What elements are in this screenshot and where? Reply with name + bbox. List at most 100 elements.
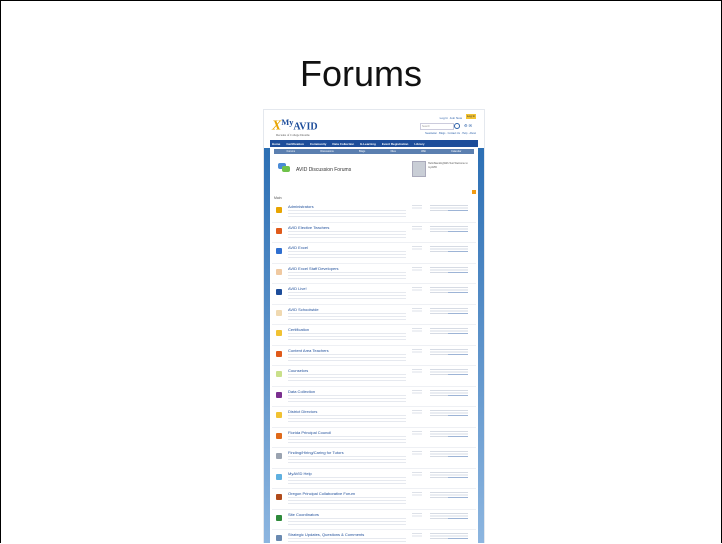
- slide: Forums XMyAVID Decades of College Dreams…: [0, 0, 722, 543]
- forum-title[interactable]: AVID Excel: [288, 245, 308, 250]
- section-label-main: Main: [274, 196, 282, 200]
- forum-last-post-link[interactable]: [448, 415, 468, 416]
- forum-title[interactable]: Content Area Teachers: [288, 348, 329, 353]
- forum-row[interactable]: AVID Live!: [272, 284, 476, 305]
- forum-stats: [412, 328, 422, 333]
- forum-last-post-link[interactable]: [448, 271, 468, 273]
- forum-row[interactable]: Content Area Teachers: [272, 346, 476, 366]
- toolbar-icons[interactable]: ⚙ ✉: [464, 123, 472, 128]
- subnav-item-forums[interactable]: Forums: [287, 150, 295, 153]
- forum-stats: [412, 471, 422, 477]
- nav-item-library[interactable]: Library: [414, 142, 424, 146]
- forum-description: [288, 251, 406, 259]
- forum-title[interactable]: Finding/Hiring/Caring for Tutors: [288, 450, 344, 455]
- forum-title[interactable]: Data Collection: [288, 389, 315, 394]
- forum-row[interactable]: MyAVID Help: [272, 469, 476, 489]
- forum-row[interactable]: Oregon Principal Collaborative Forum: [272, 489, 476, 510]
- forum-icon: [276, 289, 282, 295]
- forum-row[interactable]: Strategic Updates, Questions & Comments: [272, 530, 476, 543]
- forum-icon: [276, 535, 282, 541]
- forum-title[interactable]: AVID Excel Staff Developers: [288, 266, 339, 271]
- sub-nav: Forums Discussions Blogs Files Wiki Cale…: [274, 149, 474, 154]
- forum-row[interactable]: AVID Excel Staff Developers: [272, 264, 476, 284]
- forum-icon: [276, 432, 282, 439]
- forum-title[interactable]: District Directors: [288, 409, 317, 414]
- forum-stats: [412, 205, 422, 210]
- forum-title[interactable]: Administrators: [288, 204, 314, 209]
- forum-last-post-link[interactable]: [448, 435, 468, 437]
- forum-bubbles-icon: [278, 163, 290, 173]
- avatar[interactable]: [412, 161, 426, 177]
- forum-description: [288, 538, 406, 543]
- forum-description: [288, 497, 406, 505]
- forum-last-post-link[interactable]: [448, 230, 468, 232]
- forum-description: [288, 230, 406, 239]
- forum-row[interactable]: Florida Principal Council: [272, 428, 476, 448]
- forum-stats: [412, 410, 422, 415]
- banner-title: AVID Discussion Forums: [296, 167, 352, 173]
- nav-item-data-collection[interactable]: Data Collection: [332, 142, 354, 146]
- forum-title[interactable]: Florida Principal Council: [288, 430, 331, 435]
- forum-row[interactable]: Site Coordinators: [272, 510, 476, 530]
- forum-last-post-link[interactable]: [448, 210, 468, 211]
- forum-description: [288, 292, 406, 300]
- forum-row[interactable]: AVID Schoolwide: [272, 305, 476, 325]
- left-border-decoration: [264, 148, 270, 543]
- nav-item-event-registration[interactable]: Event Registration: [382, 142, 409, 146]
- forum-row[interactable]: AVID Excel: [272, 243, 476, 264]
- top-link-login[interactable]: Log In: [440, 116, 448, 120]
- forum-last-post-link[interactable]: [448, 497, 468, 498]
- forum-icon: [276, 268, 282, 275]
- forum-stats: [412, 246, 422, 251]
- nav-item-community[interactable]: Community: [310, 142, 327, 146]
- forum-title[interactable]: Certification: [288, 327, 309, 332]
- forum-title[interactable]: Oregon Principal Collaborative Forum: [288, 491, 355, 496]
- subnav-item-blogs[interactable]: Blogs: [359, 150, 365, 153]
- forum-icon: [276, 453, 282, 459]
- forum-last-post-link[interactable]: [448, 251, 468, 252]
- forum-row[interactable]: Data Collection: [272, 387, 476, 407]
- forum-last-post-link[interactable]: [448, 517, 468, 519]
- myavid-logo[interactable]: XMyAVID Decades of College Dreams: [272, 118, 318, 137]
- forum-title[interactable]: AVID Live!: [288, 286, 307, 291]
- nav-item-e-learning[interactable]: E-Learning: [360, 142, 376, 146]
- forum-title[interactable]: Strategic Updates, Questions & Comments: [288, 532, 364, 537]
- forum-row[interactable]: Counselors: [272, 366, 476, 387]
- nav-item-home[interactable]: Home: [272, 142, 280, 146]
- forum-title[interactable]: MyAVID Help: [288, 471, 312, 476]
- forum-row[interactable]: AVID Elective Teachers: [272, 223, 476, 243]
- forum-title[interactable]: Site Coordinators: [288, 512, 319, 517]
- forum-stats: [412, 512, 422, 518]
- forum-title[interactable]: Counselors: [288, 368, 308, 373]
- forum-last-post-link[interactable]: [448, 476, 468, 478]
- forum-stats: [412, 533, 422, 538]
- subnav-item-wiki[interactable]: Wiki: [421, 150, 426, 153]
- header-sub-links[interactable]: Newsletter · Blogs · Contact Us · Help ·…: [425, 132, 476, 135]
- forum-row[interactable]: Administrators: [272, 202, 476, 223]
- login-button[interactable]: Log In: [466, 114, 476, 119]
- forum-stats: [412, 225, 422, 231]
- subnav-item-calendar[interactable]: Calendar: [451, 150, 461, 153]
- nav-item-certification[interactable]: Certification: [286, 142, 304, 146]
- forum-last-post-link[interactable]: [448, 292, 468, 293]
- forum-last-post-link[interactable]: [448, 353, 468, 355]
- forum-row[interactable]: District Directors: [272, 407, 476, 428]
- forum-last-post-link[interactable]: [448, 374, 468, 375]
- forum-row[interactable]: Certification: [272, 325, 476, 346]
- rss-icon[interactable]: [472, 190, 476, 194]
- forum-description: [288, 517, 406, 526]
- forum-title[interactable]: AVID Schoolwide: [288, 307, 319, 312]
- forum-last-post-link[interactable]: [448, 394, 468, 396]
- forum-stats: [412, 389, 422, 395]
- forum-row[interactable]: Finding/Hiring/Caring for Tutors: [272, 448, 476, 469]
- subnav-item-files[interactable]: Files: [391, 150, 396, 153]
- subnav-item-discussions[interactable]: Discussions: [320, 150, 333, 153]
- search-icon[interactable]: [454, 123, 460, 129]
- search-input[interactable]: Search: [420, 123, 454, 130]
- top-link-join[interactable]: Join Now: [450, 116, 462, 120]
- forum-last-post-link[interactable]: [448, 538, 468, 539]
- forum-last-post-link[interactable]: [448, 456, 468, 457]
- forum-title[interactable]: AVID Elective Teachers: [288, 225, 329, 230]
- forum-last-post-link[interactable]: [448, 312, 468, 314]
- forum-last-post-link[interactable]: [448, 333, 468, 334]
